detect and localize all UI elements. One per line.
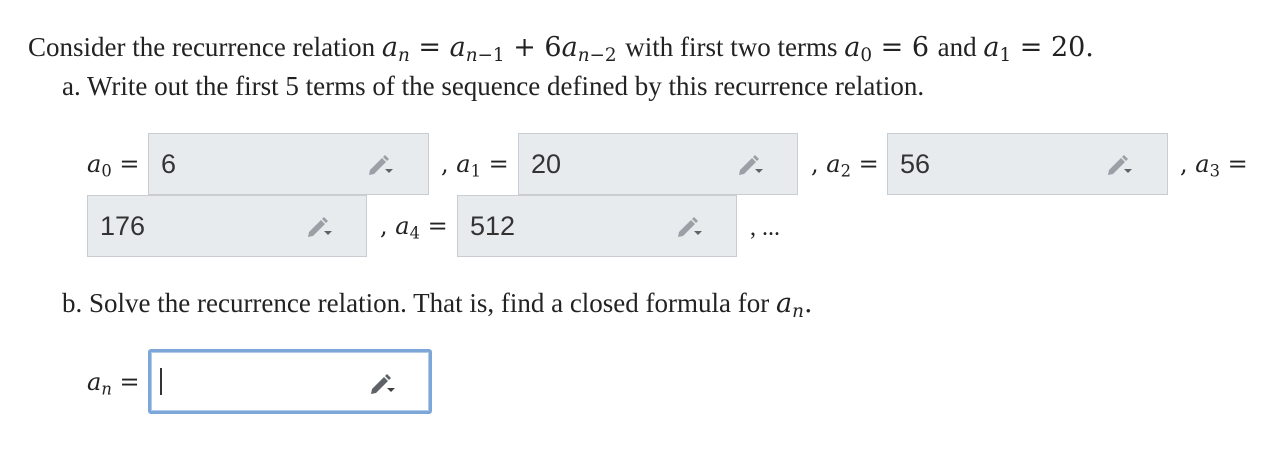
pencil-dropdown-icon[interactable] xyxy=(367,369,397,397)
term-value-a4: 512 xyxy=(470,211,516,241)
closed-formula-input[interactable] xyxy=(148,349,432,414)
term-value-a3: 176 xyxy=(100,211,146,241)
term-label-a4: , a4 = xyxy=(380,212,448,243)
term-input-a0[interactable]: 6 xyxy=(148,133,429,195)
pencil-dropdown-icon[interactable] xyxy=(1104,150,1134,178)
pencil-dropdown-icon[interactable] xyxy=(735,150,765,178)
term-input-a2[interactable]: 56 xyxy=(887,133,1168,195)
pencil-dropdown-icon[interactable] xyxy=(304,212,334,240)
part-a-prompt: a. Write out the first 5 terms of the se… xyxy=(62,71,925,101)
term-value-a1: 20 xyxy=(531,149,562,179)
intro-text: Consider the recurrence relation xyxy=(28,32,376,62)
initial-term-1: a1 = 20. xyxy=(983,32,1094,67)
and-text: and xyxy=(937,32,977,62)
term-label-a0: a0 = xyxy=(87,150,140,181)
text-caret xyxy=(160,368,162,395)
term-input-a1[interactable]: 20 xyxy=(518,133,798,195)
term-value-a2: 56 xyxy=(900,149,931,179)
term-input-a4[interactable]: 512 xyxy=(457,195,737,257)
ellipsis: , ... xyxy=(750,215,780,241)
term-value-a0: 6 xyxy=(161,149,177,179)
term-label-a3: , a3 = xyxy=(1180,150,1248,181)
part-b-prompt: b. Solve the recurrence relation. That i… xyxy=(62,288,813,323)
term-label-a2: , a2 = xyxy=(811,150,879,181)
pencil-dropdown-icon[interactable] xyxy=(365,150,395,178)
question-text: Consider the recurrence relation an = an… xyxy=(28,34,1094,66)
term-input-a3[interactable]: 176 xyxy=(87,195,367,257)
recurrence-formula: an = an−1 + 6an−2 xyxy=(381,32,617,67)
term-label-a1: , a1 = xyxy=(441,150,509,181)
pencil-dropdown-icon[interactable] xyxy=(674,212,704,240)
initial-term-0: a0 = 6 xyxy=(844,32,929,67)
answer-label: an = xyxy=(87,368,140,399)
with-text: with first two terms xyxy=(625,32,838,62)
